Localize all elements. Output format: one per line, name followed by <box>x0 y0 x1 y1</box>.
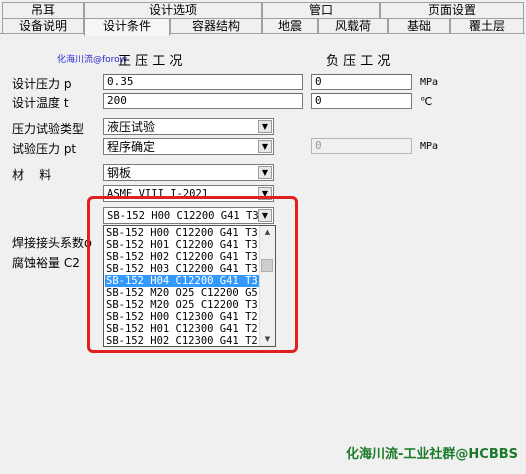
material-type-select[interactable]: 钢板 ▼ <box>103 164 274 181</box>
tab-page-setup[interactable]: 页面设置 <box>380 2 524 18</box>
material-type-value: 钢板 <box>107 166 132 180</box>
tab-row-1: 吊耳 设计选项 管口 页面设置 <box>0 2 526 18</box>
tab-label: 设备说明 <box>18 19 67 33</box>
tab-lifting-lug[interactable]: 吊耳 <box>2 2 84 18</box>
tab-row-2: 设备说明 设计条件 容器结构 地震 风载荷 基础 覆土层 <box>0 18 526 36</box>
test-pressure-unit: MPa <box>420 141 439 152</box>
test-type-value: 液压试验 <box>107 120 156 134</box>
test-type-label: 压力试验类型 <box>12 122 85 136</box>
tab-foundation[interactable]: 基础 <box>388 18 450 34</box>
tab-soil-cover[interactable]: 覆土层 <box>450 18 524 34</box>
weld-coefficient-label: 焊接接头系数φ <box>12 236 92 250</box>
temperature-unit: ℃ <box>420 95 433 108</box>
test-type-select[interactable]: 液压试验 ▼ <box>103 118 274 135</box>
design-temperature-input[interactable]: 200 <box>103 93 303 109</box>
tab-seismic[interactable]: 地震 <box>262 18 318 34</box>
tab-label: 容器结构 <box>191 19 240 33</box>
test-pressure-label: 试验压力 pt <box>12 142 77 156</box>
footer-watermark: 化海川流-工业社群@HCBBS <box>346 447 518 462</box>
tab-label: 地震 <box>277 19 302 33</box>
tab-design-conditions[interactable]: 设计条件 <box>84 18 170 36</box>
tab-label: 管口 <box>308 3 333 17</box>
pressure-unit: MPa <box>420 77 439 88</box>
chevron-down-icon[interactable]: ▼ <box>258 120 272 133</box>
tab-label: 页面设置 <box>427 3 476 17</box>
tab-label: 基础 <box>406 19 431 33</box>
highlight-annotation-box <box>87 196 298 353</box>
test-pressure-negative-input: 0 <box>311 138 412 154</box>
tab-label: 设计条件 <box>102 19 151 33</box>
test-pressure-value: 程序确定 <box>107 140 156 154</box>
chevron-down-icon[interactable]: ▼ <box>258 166 272 179</box>
tab-label: 吊耳 <box>30 3 55 17</box>
tab-design-options[interactable]: 设计选项 <box>84 2 262 18</box>
material-label: 材 料 <box>12 168 52 182</box>
corrosion-allowance-label: 腐蚀裕量 C2 <box>12 256 80 270</box>
tab-equipment-desc[interactable]: 设备说明 <box>2 18 84 34</box>
watermark-text: 化海川流@forow <box>57 55 128 65</box>
design-pressure-label: 设计压力 p <box>12 77 72 91</box>
design-temperature-negative-input[interactable]: 0 <box>311 93 412 109</box>
tab-nozzle[interactable]: 管口 <box>262 2 380 18</box>
tab-vessel-structure[interactable]: 容器结构 <box>170 18 262 34</box>
design-pressure-negative-input[interactable]: 0 <box>311 74 412 90</box>
negative-pressure-header: 负 压 工 况 <box>326 54 391 69</box>
design-temperature-label: 设计温度 t <box>12 96 69 110</box>
design-pressure-input[interactable]: 0.35 <box>103 74 303 90</box>
tab-wind-load[interactable]: 风载荷 <box>318 18 388 34</box>
positive-pressure-header: 正 压 工 况 <box>118 54 183 69</box>
tab-label: 风载荷 <box>334 19 371 33</box>
test-pressure-select[interactable]: 程序确定 ▼ <box>103 138 274 155</box>
tab-label: 设计选项 <box>148 3 197 17</box>
tab-label: 覆土层 <box>468 19 505 33</box>
chevron-down-icon[interactable]: ▼ <box>258 140 272 153</box>
